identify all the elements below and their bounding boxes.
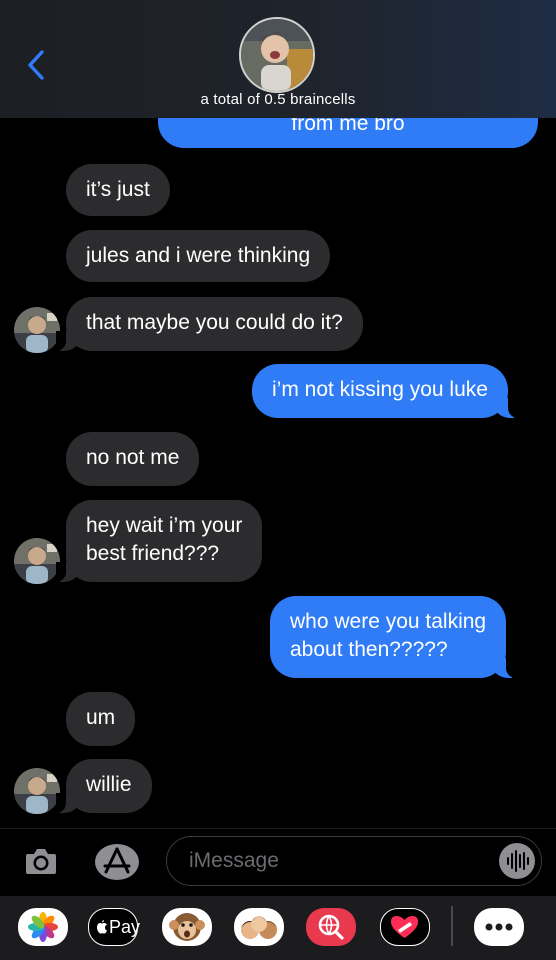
message-text-line: who were you talking [290, 610, 487, 633]
message-bubble-incoming[interactable]: that maybe you could do it? [56, 297, 363, 351]
message-bubble-outgoing[interactable]: who were you talking about then????? [270, 596, 517, 678]
message-bubble-outgoing[interactable]: i’m not kissing you luke [252, 364, 518, 418]
message-bubble-incoming[interactable]: willie [56, 759, 152, 813]
message-text-line: about then????? [290, 638, 448, 661]
message-text-line: best friend??? [86, 542, 220, 565]
drawer-divider [451, 906, 453, 946]
photos-icon[interactable] [18, 908, 68, 946]
sender-avatar[interactable] [14, 538, 60, 584]
message-bubble-incoming[interactable]: jules and i were thinking [66, 230, 331, 282]
web-search-icon[interactable] [306, 908, 356, 946]
conversation-header: a total of 0.5 braincells [0, 0, 556, 118]
more-icon[interactable] [474, 908, 524, 946]
message-bubble-incoming[interactable]: no not me [66, 432, 200, 486]
apple-pay-icon[interactable]: Pay [88, 908, 141, 946]
message-text: that maybe you could do it? [86, 311, 343, 334]
message-text: jules and i were thinking [86, 244, 311, 267]
message-text: it’s just [86, 178, 150, 201]
message-input-placeholder: iMessage [189, 849, 279, 872]
message-input[interactable]: iMessage [166, 836, 542, 886]
sender-avatar[interactable] [14, 768, 60, 814]
message-text: willie [86, 773, 132, 796]
message-text-line: hey wait i’m your [86, 514, 243, 537]
message-bubble-incoming[interactable]: hey wait i’m your best friend??? [55, 500, 263, 582]
app-store-icon[interactable] [94, 842, 140, 887]
message-bubble-incoming[interactable]: it’s just [66, 164, 170, 216]
group-avatar[interactable] [239, 17, 315, 93]
memoji-icon[interactable] [234, 908, 284, 946]
waveform-icon[interactable] [499, 843, 535, 879]
monkey-animoji-icon[interactable] [162, 908, 212, 946]
apple-pay-label: Pay [109, 917, 141, 937]
message-text: um [86, 706, 116, 729]
sender-avatar[interactable] [14, 307, 60, 353]
chevron-left-icon[interactable] [22, 46, 52, 86]
camera-icon[interactable] [24, 846, 58, 881]
conversation-screen: from me bro it’s just jules and i were t… [0, 0, 556, 960]
group-name[interactable]: a total of 0.5 braincells [0, 91, 556, 108]
message-text: no not me [86, 446, 180, 469]
message-bubble-incoming[interactable]: um [66, 692, 136, 746]
message-text: i’m not kissing you luke [272, 378, 488, 401]
digital-touch-icon[interactable] [380, 908, 430, 946]
